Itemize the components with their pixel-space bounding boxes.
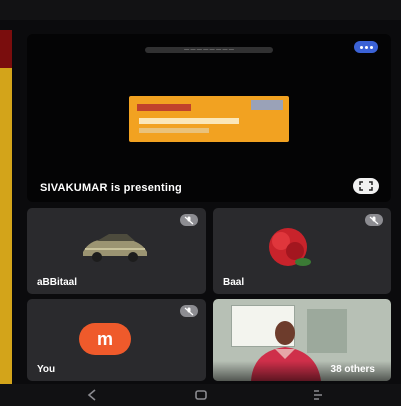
fullscreen-button[interactable] <box>353 178 379 194</box>
presenting-status: SIVAKUMAR is presenting <box>40 182 182 194</box>
status-bar <box>0 0 401 20</box>
participant-tile-you[interactable]: m You <box>27 299 206 381</box>
slide-content-line <box>139 128 209 133</box>
participant-name: Baal <box>223 277 245 288</box>
slide-corner-block <box>251 100 283 110</box>
avatar-initials: m <box>96 328 113 349</box>
mic-off-icon <box>184 216 194 224</box>
mic-off-icon <box>184 307 194 315</box>
navigation-bar <box>0 384 401 406</box>
home-icon[interactable] <box>194 389 208 401</box>
mic-muted-badge <box>180 214 198 226</box>
participant-tile-abbitaal[interactable]: aBBitaal <box>27 208 206 294</box>
presentation-stage[interactable]: — — — — — — — — SIVAKUMAR is presenting <box>27 34 391 202</box>
slide-content-line <box>139 118 239 124</box>
mic-muted-badge <box>180 305 198 317</box>
slide-caption: — — — — — — — — <box>145 47 273 53</box>
fullscreen-icon <box>359 181 373 191</box>
participant-name: aBBitaal <box>37 277 78 288</box>
edge-panel-red <box>0 30 12 68</box>
dot-icon <box>360 46 363 49</box>
participant-name: You <box>37 364 56 375</box>
mic-muted-badge <box>365 214 383 226</box>
back-icon[interactable] <box>86 389 98 401</box>
mic-off-icon <box>369 216 379 224</box>
dot-icon <box>365 46 368 49</box>
more-options-button[interactable] <box>354 41 378 53</box>
shared-screen-thumbnail <box>129 96 289 142</box>
avatar: m <box>79 323 131 355</box>
recents-icon[interactable] <box>312 389 324 401</box>
participant-tile-baal[interactable]: Baal <box>213 208 391 294</box>
participant-tile-others[interactable]: 38 others <box>213 299 391 381</box>
dot-icon <box>370 46 373 49</box>
edge-panel-yellow <box>0 68 12 384</box>
others-count-label: 38 others <box>330 364 375 375</box>
slide-header-band <box>137 104 191 111</box>
car-avatar-image <box>83 234 147 262</box>
flower-avatar-image <box>269 228 311 266</box>
